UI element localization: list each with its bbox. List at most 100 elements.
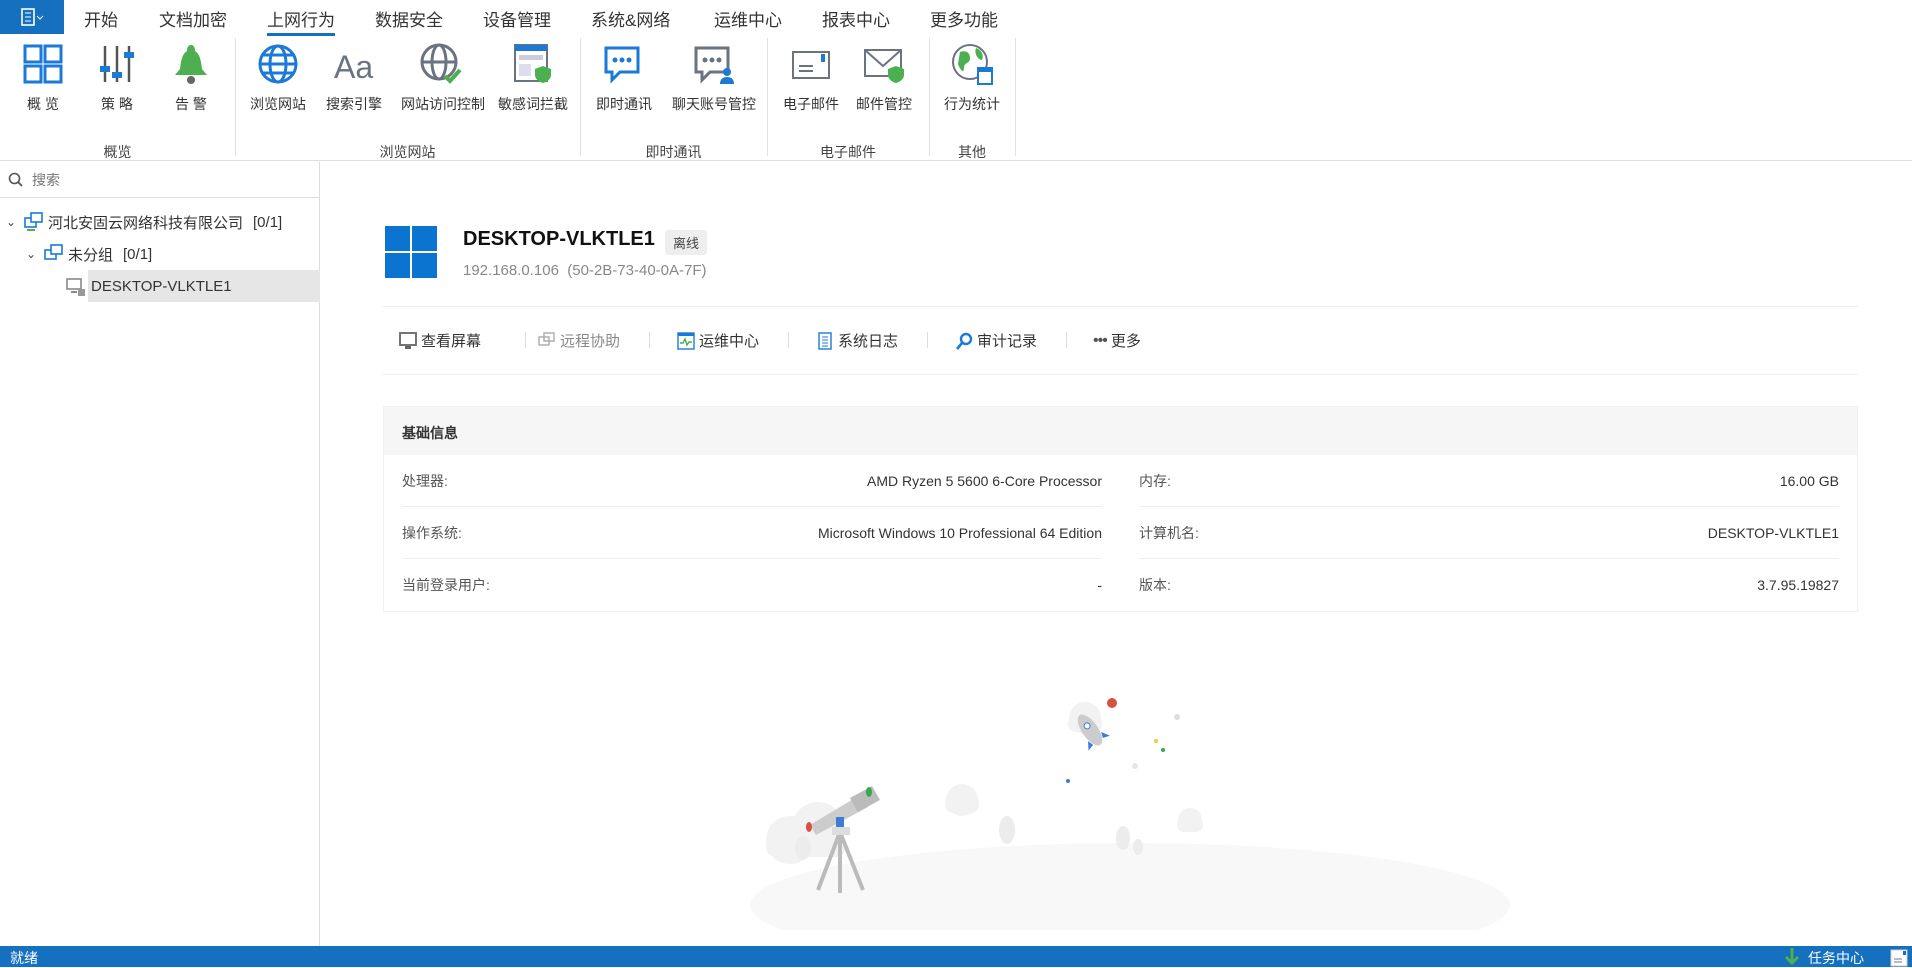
- tree-count: [0/1]: [253, 213, 283, 231]
- info-row-user: 当前登录用户: -: [402, 577, 1102, 593]
- group-separator: [580, 38, 581, 156]
- remote-assist-button[interactable]: 远程协助: [538, 330, 620, 351]
- envelope-shield-icon: [864, 49, 904, 83]
- menu-data-security[interactable]: 数据安全: [375, 6, 443, 31]
- more-button[interactable]: ••• 更多: [1093, 330, 1141, 351]
- svg-text:Aa: Aa: [334, 49, 373, 85]
- monitor-icon: [399, 331, 417, 349]
- group-label-browse-web: 浏览网站: [379, 144, 436, 160]
- chat-bubble-icon: [604, 46, 640, 84]
- status-badge: 离线: [665, 230, 708, 255]
- overview-button[interactable]: 概 览: [3, 42, 83, 114]
- menu-report-center[interactable]: 报表中心: [822, 6, 890, 31]
- group-label-overview: 概览: [103, 144, 132, 160]
- tree-item-ungrouped[interactable]: ⌄ 未分组 [0/1]: [26, 238, 152, 270]
- divider: [927, 332, 928, 348]
- group-icon: [44, 244, 63, 260]
- email-button[interactable]: 电子邮件: [771, 42, 851, 114]
- chevron-down-icon[interactable]: ⌄: [6, 215, 20, 229]
- menu-start[interactable]: 开始: [84, 6, 118, 31]
- network-group-icon: [24, 212, 43, 231]
- ribbon: 概 览 策 略 告 警 浏览网站 Aa 搜索引擎 网站访问控制 敏感词拦截 即时通…: [0, 34, 1912, 161]
- tree-item-company[interactable]: ⌄ 河北安固云网络科技有限公司 [0/1]: [6, 206, 282, 238]
- search-box: [0, 162, 320, 198]
- magnifier-icon: [956, 332, 973, 350]
- browse-web-button[interactable]: 浏览网站: [238, 42, 318, 114]
- grid-icon: [23, 44, 63, 84]
- ops-center-button[interactable]: 运维中心: [677, 330, 759, 351]
- search-icon: [8, 172, 23, 187]
- offline-computer-lock-icon: [66, 278, 85, 296]
- chat-user-icon: [694, 46, 734, 84]
- instant-messaging-button[interactable]: 即时通讯: [584, 42, 664, 114]
- sidebar: ⌄ 河北安固云网络科技有限公司 [0/1] ⌄ 未分组 [0/1] DESKTO…: [0, 162, 320, 946]
- menu-more-features[interactable]: 更多功能: [930, 6, 998, 31]
- sliders-icon: [100, 46, 134, 82]
- audit-records-button[interactable]: 审计记录: [955, 330, 1037, 351]
- tree-label: DESKTOP-VLKTLE1: [91, 277, 232, 295]
- tree-item-desktop[interactable]: DESKTOP-VLKTLE1: [88, 270, 320, 302]
- app-menu-button[interactable]: [0, 0, 64, 34]
- group-label-other: 其他: [958, 144, 986, 160]
- info-row-version: 版本: 3.7.95.19827: [1139, 577, 1839, 593]
- group-separator: [767, 38, 768, 156]
- divider: [788, 332, 789, 348]
- task-center-button[interactable]: 任务中心: [1808, 948, 1864, 968]
- view-screen-button[interactable]: 查看屏幕: [399, 330, 481, 351]
- font-aa-icon: Aa: [334, 49, 373, 85]
- globe-icon: [258, 44, 298, 84]
- more-dots-icon: •••: [1093, 331, 1108, 349]
- status-bar: 就绪 任务中心: [0, 946, 1912, 967]
- tree-label: 河北安固云网络科技有限公司: [48, 214, 244, 232]
- group-label-im: 即时通讯: [645, 144, 702, 160]
- basic-info-title: 基础信息: [384, 407, 1857, 455]
- divider: [383, 306, 1858, 307]
- globe-check-icon: [420, 43, 462, 84]
- menu-web-behavior[interactable]: 上网行为: [267, 6, 335, 36]
- group-label-email: 电子邮件: [820, 144, 876, 160]
- remote-desktop-icon: [538, 331, 555, 346]
- divider: [1066, 332, 1067, 348]
- tree-label: 未分组: [68, 246, 114, 264]
- policy-button[interactable]: 策 略: [77, 42, 157, 114]
- chat-account-control-button[interactable]: 聊天账号管控: [672, 42, 756, 114]
- sensitive-word-block-button[interactable]: 敏感词拦截: [493, 42, 573, 114]
- search-input[interactable]: [32, 171, 292, 188]
- group-separator: [1015, 38, 1016, 156]
- app-menu-icon: [21, 8, 44, 26]
- document-icon: [818, 331, 832, 350]
- tree-count: [0/1]: [123, 245, 153, 263]
- mac-address: (50-2B-73-40-0A-7F): [567, 262, 707, 279]
- windows-logo-icon: [385, 226, 437, 278]
- alert-button[interactable]: 告 警: [151, 42, 231, 114]
- bell-icon: [175, 45, 207, 84]
- ip-address: 192.168.0.106: [463, 262, 559, 279]
- info-row-cpu: 处理器: AMD Ryzen 5 5600 6-Core Processor: [402, 455, 1102, 507]
- divider: [649, 332, 650, 348]
- behavior-statistics-button[interactable]: 行为统计: [932, 42, 1012, 114]
- message-icon[interactable]: [1890, 949, 1908, 967]
- device-address: 192.168.0.106 (50-2B-73-40-0A-7F): [463, 262, 707, 279]
- device-name: DESKTOP-VLKTLE1: [463, 228, 655, 250]
- info-row-computer-name: 计算机名: DESKTOP-VLKTLE1: [1139, 507, 1839, 559]
- email-control-button[interactable]: 邮件管控: [844, 42, 924, 114]
- webpage-shield-icon: [514, 44, 551, 83]
- search-engine-button[interactable]: Aa 搜索引擎: [314, 42, 394, 114]
- system-log-button[interactable]: 系统日志: [816, 330, 898, 351]
- globe-report-icon: [952, 44, 993, 85]
- web-access-control-button[interactable]: 网站访问控制: [401, 42, 485, 114]
- basic-info-panel: 基础信息 处理器: AMD Ryzen 5 5600 6-Core Process…: [383, 406, 1858, 612]
- menu-ops-center[interactable]: 运维中心: [714, 6, 782, 31]
- activity-monitor-icon: [677, 331, 695, 350]
- menu-system-network[interactable]: 系统&网络: [591, 6, 670, 31]
- menu-doc-encryption[interactable]: 文档加密: [159, 6, 227, 31]
- main-panel: DESKTOP-VLKTLE1 离线 192.168.0.106 (50-2B-…: [321, 162, 1912, 946]
- menu-bar: 开始 文档加密 上网行为 数据安全 设备管理 系统&网络 运维中心 报表中心 更…: [0, 0, 1912, 36]
- envelope-icon: [792, 51, 830, 79]
- info-row-memory: 内存: 16.00 GB: [1139, 455, 1839, 507]
- menu-device-management[interactable]: 设备管理: [483, 6, 551, 31]
- group-separator: [929, 38, 930, 156]
- info-row-os: 操作系统: Microsoft Windows 10 Professional 6…: [402, 507, 1102, 559]
- chevron-down-icon[interactable]: ⌄: [26, 247, 40, 261]
- group-separator: [235, 38, 236, 156]
